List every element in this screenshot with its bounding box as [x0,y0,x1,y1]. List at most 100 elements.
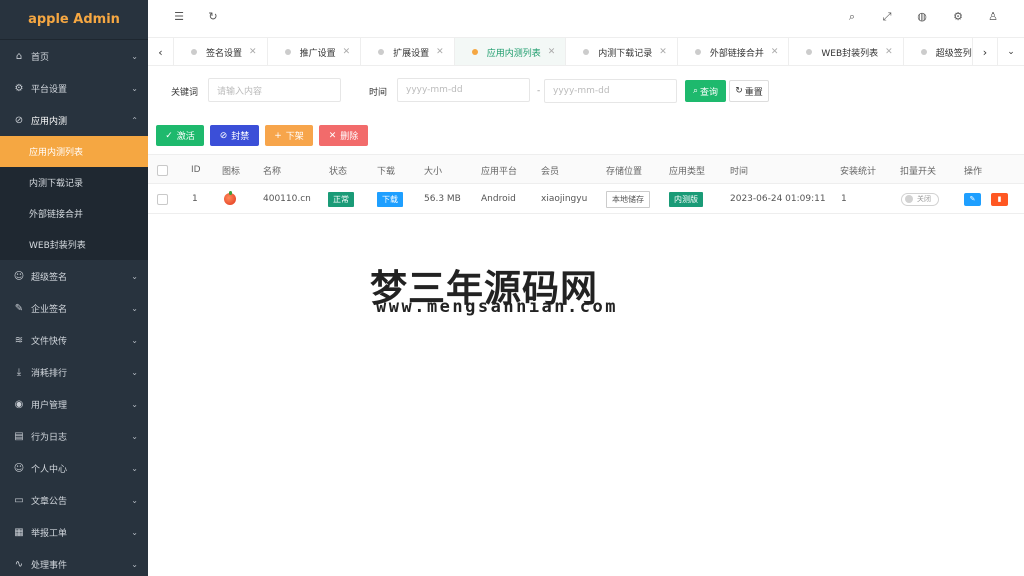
download-button[interactable]: 下载 [377,191,403,207]
sidebar-item-label: 举报工单 [31,528,68,539]
fullscreen-icon[interactable]: ⤢ [878,10,896,24]
cell-actions: ✎ ▮ [964,184,1008,214]
sidebar-item-report-tickets[interactable]: ▦ 举报工单 ⌄ [0,516,148,548]
offline-button[interactable]: + 下架 [265,125,313,146]
tab-sign-settings[interactable]: 签名设置 ✕ [174,38,268,65]
reset-button[interactable]: ↻ 重置 [729,80,769,102]
date-range-dash: - [537,86,541,96]
header-deduct-switch[interactable]: 扣量开关 [900,155,936,185]
tab-scroll-left-button[interactable]: ‹ [148,38,174,66]
close-icon[interactable]: ✕ [343,47,351,57]
top-header: ☰ ↻ ⌕ ⤢ ◍ ⚙ ♙ [148,0,1024,38]
status-badge: 正常 [328,191,354,207]
brand-logo[interactable]: apple Admin [0,0,148,40]
header-download[interactable]: 下载 [377,155,395,185]
sidebar-item-personal-center[interactable]: ☺ 个人中心 ⌄ [0,452,148,484]
refresh-icon[interactable]: ↻ [204,10,222,23]
tab-menu-dropdown[interactable]: ⌄ [998,38,1024,65]
close-icon[interactable]: ✕ [436,47,444,57]
sidebar-item-handle-events[interactable]: ∿ 处理事件 ⌄ [0,548,148,576]
tab-label: 扩展设置 [393,48,430,59]
tab-app-beta-list[interactable]: 应用内测列表 ✕ [454,38,567,65]
sidebar-item-home[interactable]: ⌂ 首页 ⌄ [0,40,148,72]
header-platform[interactable]: 应用平台 [481,155,517,185]
sidebar-item-announcements[interactable]: ▭ 文章公告 ⌄ [0,484,148,516]
select-all-checkbox[interactable] [157,155,168,185]
header-installs[interactable]: 安装统计 [840,155,876,185]
deduct-toggle[interactable]: 关闭 [901,192,939,206]
layers-icon: ≋ [14,334,24,346]
header-time[interactable]: 时间 [730,155,748,185]
user-icon[interactable]: ♙ [984,10,1002,23]
tab-extension-settings[interactable]: 扩展设置 ✕ [361,38,455,65]
globe-icon[interactable]: ◍ [913,10,931,23]
tab-beta-download-log[interactable]: 内测下载记录 ✕ [566,38,678,65]
activate-button[interactable]: ✓ 激活 [156,125,204,146]
sidebar-item-super-sign[interactable]: ☺ 超级签名 ⌄ [0,260,148,292]
menu-toggle-icon[interactable]: ☰ [170,10,188,23]
sidebar-subitem-web-wrap-list[interactable]: WEB封装列表 [0,229,148,260]
close-icon[interactable]: ✕ [771,47,779,57]
sidebar-item-app-beta[interactable]: ⊘ 应用内测 ⌃ [0,104,148,136]
header-name[interactable]: 名称 [263,155,281,185]
cell-icon [224,184,236,214]
keyword-input[interactable]: 请输入内容 [208,78,341,102]
sidebar-subitem-beta-download-log[interactable]: 内测下载记录 [0,167,148,198]
table-row: 1 400110.cn 正常 下载 56.3 MB Android xiaoji… [148,184,1024,214]
cell-download: 下载 [377,184,403,214]
delete-button[interactable]: ✕ 删除 [319,125,368,146]
sidebar-item-user-management[interactable]: ◉ 用户管理 ⌄ [0,388,148,420]
tab-dot [694,49,701,55]
header-actions[interactable]: 操作 [964,155,982,185]
header-storage[interactable]: 存储位置 [606,155,642,185]
cell-time: 2023-06-24 01:09:11 [730,194,826,204]
header-app-type[interactable]: 应用类型 [669,155,705,185]
search-button[interactable]: ⌕ 查询 [685,80,726,102]
header-member[interactable]: 会员 [541,155,559,185]
chevron-down-icon: ⌄ [131,559,138,569]
sidebar-item-enterprise-sign[interactable]: ✎ 企业签名 ⌄ [0,292,148,324]
sidebar-item-label: 文件快传 [31,336,68,347]
tab-dot [284,49,291,55]
sidebar-subitem-app-beta-list[interactable]: 应用内测列表 [0,136,148,167]
tab-super-sign-list[interactable]: 超级签列表✕ [904,38,972,65]
header-size[interactable]: 大小 [424,155,442,185]
sidebar-item-platform-settings[interactable]: ⚙ 平台设置 ⌄ [0,72,148,104]
row-checkbox[interactable] [157,184,168,214]
close-icon[interactable]: ✕ [548,47,556,57]
monitor-icon: ▭ [14,494,24,506]
tab-external-link-merge[interactable]: 外部链接合并 ✕ [678,38,790,65]
ban-icon: ⊘ [219,130,228,141]
sidebar-item-label: 文章公告 [31,496,68,507]
tab-promo-settings[interactable]: 推广设置 ✕ [268,38,362,65]
close-icon[interactable]: ✕ [249,47,257,57]
cell-storage: 本地储存 [606,184,650,214]
edit-button[interactable]: ✎ [964,192,981,206]
tab-scroll-right-button[interactable]: › [972,38,998,66]
user-circle-icon: ◉ [14,398,24,410]
chevron-down-icon: ⌄ [131,399,138,409]
chevron-right-icon: › [982,45,988,59]
ban-button-label: 封禁 [231,132,250,142]
sidebar-item-usage-ranking[interactable]: ⤓ 消耗排行 ⌄ [0,356,148,388]
header-id[interactable]: ID [191,155,201,185]
submenu-app-beta: 应用内测列表 内测下载记录 外部链接合并 WEB封装列表 [0,136,148,260]
ban-button[interactable]: ⊘ 封禁 [210,125,259,146]
delete-row-button[interactable]: ▮ [991,192,1008,206]
header-status[interactable]: 状态 [329,155,347,185]
tab-web-wrap-list[interactable]: WEB封装列表 ✕ [789,38,904,65]
sidebar-subitem-external-link-merge[interactable]: 外部链接合并 [0,198,148,229]
settings-icon[interactable]: ⚙ [949,10,967,23]
sidebar-item-file-transfer[interactable]: ≋ 文件快传 ⌄ [0,324,148,356]
close-icon[interactable]: ✕ [885,47,893,57]
document-icon: ▤ [14,430,24,442]
start-date-input[interactable]: yyyy-mm-dd [397,78,530,102]
close-icon[interactable]: ✕ [659,47,667,57]
activate-button-label: 激活 [176,132,195,142]
search-icon[interactable]: ⌕ [843,10,861,24]
end-date-input[interactable]: yyyy-mm-dd [544,79,677,103]
chevron-down-icon: ⌄ [131,83,138,93]
sidebar-item-activity-log[interactable]: ▤ 行为日志 ⌄ [0,420,148,452]
header-icon[interactable]: 图标 [222,155,240,185]
gear-icon: ⚙ [14,82,24,94]
